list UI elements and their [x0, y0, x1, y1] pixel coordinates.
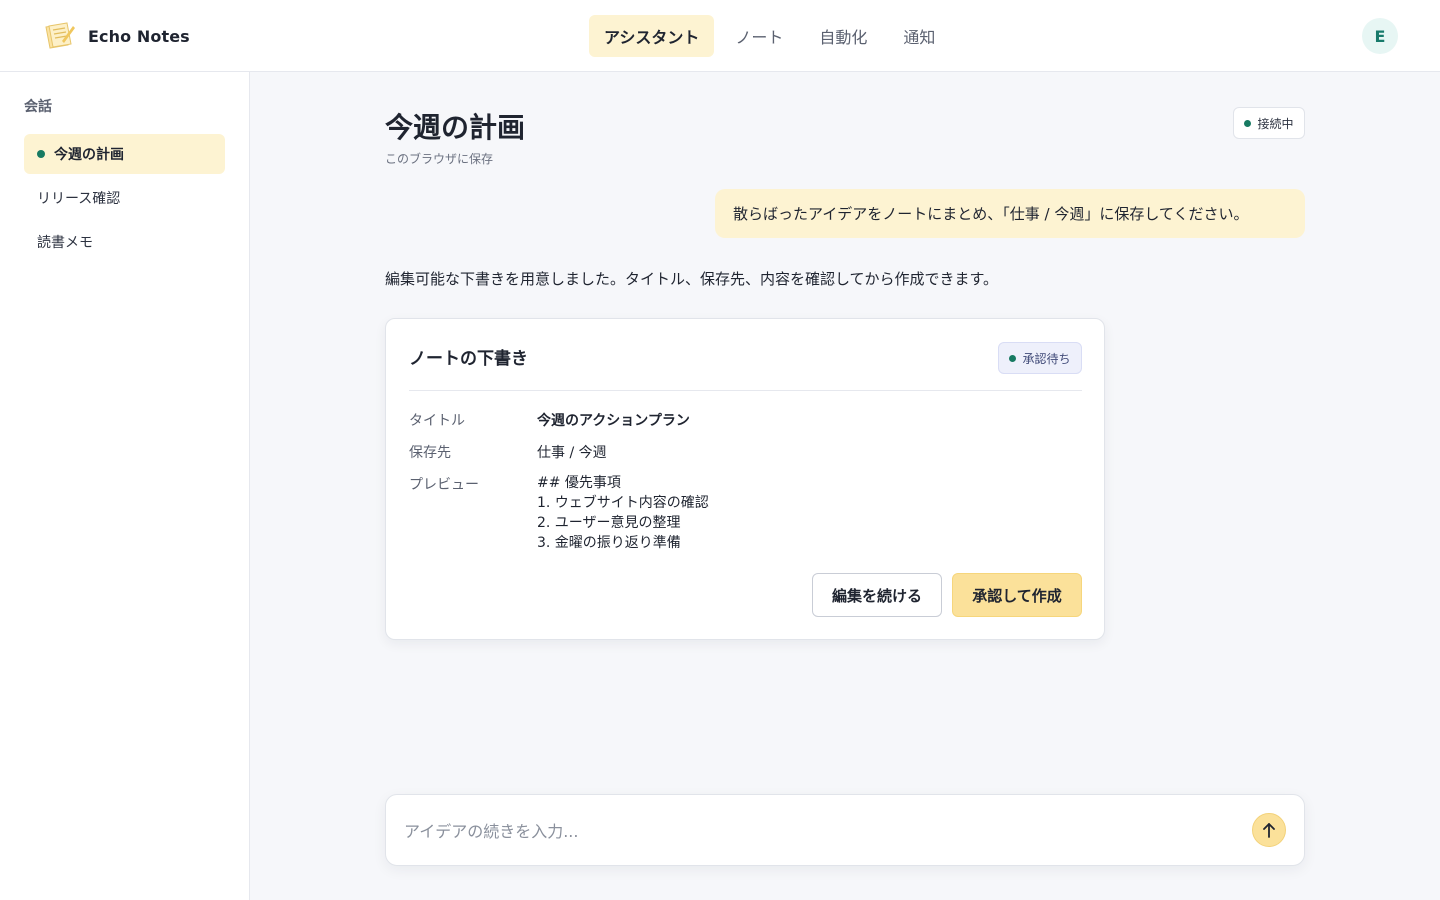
message-input[interactable] — [404, 813, 1244, 849]
message-composer — [385, 794, 1305, 866]
notebook-logo-icon — [45, 22, 75, 49]
send-button[interactable] — [1252, 813, 1286, 847]
preview-line: 1. ウェブサイト内容の確認 — [537, 495, 709, 511]
sidebar-item-weekly-plan[interactable]: 今週の計画 — [24, 134, 225, 174]
preview-line: 2. ユーザー意見の整理 — [537, 515, 681, 531]
title-field-label: タイトル — [409, 413, 465, 429]
sidebar-item-label: リリース確認 — [37, 191, 121, 207]
preview-line: 3. 金曜の振り返り準備 — [537, 535, 681, 551]
continue-editing-button[interactable]: 編集を続ける — [812, 573, 942, 617]
preview-field-label: プレビュー — [409, 477, 479, 493]
location-field-value: 仕事 / 今週 — [537, 445, 607, 461]
location-field-label: 保存先 — [409, 445, 451, 461]
sidebar-item-release-check[interactable]: リリース確認 — [24, 178, 225, 218]
active-dot-icon — [37, 150, 45, 158]
approve-create-button[interactable]: 承認して作成 — [952, 573, 1082, 617]
title-field-value: 今週のアクションプラン — [537, 413, 690, 429]
status-dot-icon — [1009, 354, 1017, 362]
connection-status-badge: 接続中 — [1233, 107, 1305, 139]
page-title: 今週の計画 — [385, 111, 526, 144]
tab-notes[interactable]: ノート — [720, 15, 798, 57]
sidebar: 会話 今週の計画 リリース確認 読書メモ — [0, 72, 250, 900]
app-name: Echo Notes — [88, 26, 190, 46]
note-draft-card: ノートの下書き 承認待ち タイトル 今週のアクションプラン 保存先 仕事 / 今… — [385, 318, 1105, 640]
divider — [409, 390, 1082, 391]
arrow-up-icon — [1263, 823, 1275, 838]
tab-automation[interactable]: 自動化 — [804, 15, 882, 57]
sidebar-heading: 会話 — [24, 99, 52, 115]
brand[interactable]: Echo Notes — [42, 20, 190, 52]
pending-approval-badge: 承認待ち — [998, 342, 1082, 374]
badge-label: 承認待ち — [1022, 351, 1071, 366]
status-dot-icon — [1244, 119, 1252, 127]
sidebar-item-reading-notes[interactable]: 読書メモ — [24, 222, 225, 262]
tab-notifications[interactable]: 通知 — [888, 15, 950, 57]
sidebar-item-label: 読書メモ — [37, 235, 93, 251]
top-bar: Echo Notes アシスタント ノート 自動化 通知 E — [0, 0, 1440, 72]
preview-line: ## 優先事項 — [537, 475, 621, 491]
user-avatar[interactable]: E — [1362, 18, 1398, 54]
user-message-bubble: 散らばったアイデアをノートにまとめ、「仕事 / 今週」に保存してください。 — [715, 189, 1305, 238]
tab-assistant[interactable]: アシスタント — [589, 15, 715, 57]
preview-content: ## 優先事項 1. ウェブサイト内容の確認 2. ユーザー意見の整理 3. 金… — [537, 473, 709, 553]
main-nav: アシスタント ノート 自動化 通知 — [589, 15, 950, 57]
page-subtitle: このブラウザに保存 — [385, 152, 494, 166]
status-label: 接続中 — [1257, 116, 1294, 131]
draft-heading: ノートの下書き — [409, 349, 528, 369]
conversation-list: 今週の計画 リリース確認 読書メモ — [24, 134, 225, 266]
assistant-message: 編集可能な下書きを用意しました。タイトル、保存先、内容を確認してから作成できます… — [385, 270, 999, 288]
sidebar-item-label: 今週の計画 — [54, 147, 124, 163]
